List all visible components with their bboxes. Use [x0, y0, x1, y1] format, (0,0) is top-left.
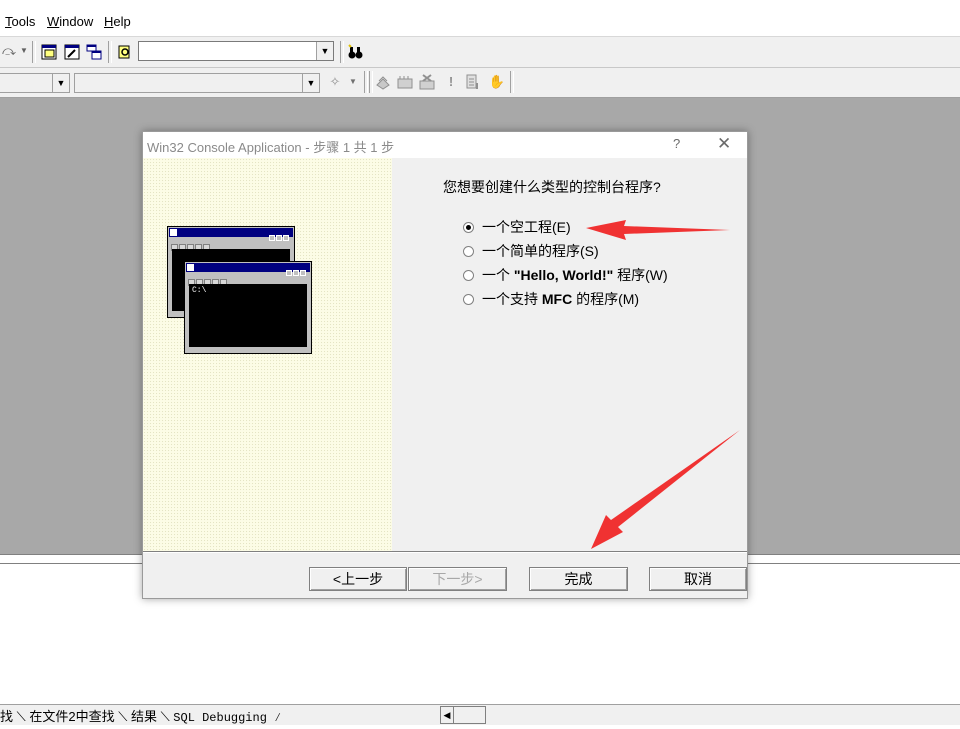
option-simple-program[interactable]: 一个简单的程序(S): [463, 241, 599, 261]
help-button[interactable]: ?: [673, 136, 680, 151]
workspace-window-icon[interactable]: [40, 43, 58, 61]
class-combo[interactable]: ▼: [0, 73, 70, 93]
wizard-illustration-panel: C:\: [143, 158, 392, 551]
tab-find[interactable]: 找 ⟍: [0, 706, 26, 725]
horizontal-scrollbar[interactable]: ◀: [440, 706, 486, 724]
finish-button[interactable]: 完成: [529, 567, 628, 591]
chevron-down-icon[interactable]: ▼: [316, 42, 333, 60]
next-button[interactable]: 下一步>: [408, 567, 507, 591]
go-icon[interactable]: [464, 73, 482, 91]
chevron-down-icon[interactable]: ▼: [302, 74, 319, 92]
toolbar-separator: [340, 41, 344, 63]
toolbar-separator: [108, 41, 112, 63]
toolbar-separator: [32, 41, 36, 63]
wand-dropdown-icon[interactable]: ▼: [344, 73, 362, 91]
scroll-left-icon[interactable]: ◀: [441, 707, 454, 723]
standard-toolbar: ⤼ ▼ ▼: [0, 37, 960, 68]
wizard-options-panel: 您想要创建什么类型的控制台程序? 一个空工程(E) 一个简单的程序(S) 一个 …: [392, 158, 747, 551]
hand-icon[interactable]: ✋: [488, 73, 506, 91]
tab-results[interactable]: 结果 ⟍: [131, 706, 170, 725]
find-in-files-icon[interactable]: [116, 43, 134, 61]
back-button[interactable]: <上一步: [309, 567, 407, 591]
option-hello-world[interactable]: 一个 "Hello, World!" 程序(W): [463, 265, 668, 285]
output-tabs-bar: 找 ⟍ 在文件2中查找 ⟍ 结果 ⟍ SQL Debugging ∕ ◀: [0, 704, 960, 725]
wizard-question: 您想要创建什么类型的控制台程序?: [443, 179, 661, 195]
toolbar-separator: [369, 71, 373, 93]
toolbar-separator: [510, 71, 514, 93]
option-mfc-support[interactable]: 一个支持 MFC 的程序(M): [463, 289, 639, 309]
execute-icon[interactable]: !: [442, 73, 460, 91]
tab-find-in-files-2[interactable]: 在文件2中查找 ⟍: [29, 706, 127, 725]
console-prompt: C:\: [189, 284, 307, 347]
wizard-toolbar: ▼ ▼ ✧ ▼ ! ✋: [0, 68, 960, 98]
output-window-icon[interactable]: [63, 43, 81, 61]
chevron-down-icon[interactable]: ▼: [52, 74, 69, 92]
radio-icon[interactable]: [463, 246, 474, 257]
members-combo[interactable]: ▼: [74, 73, 320, 93]
radio-icon[interactable]: [463, 270, 474, 281]
window-list-icon[interactable]: [85, 43, 103, 61]
tab-sql-debugging[interactable]: SQL Debugging ∕: [173, 711, 281, 725]
console-window-illustration: C:\: [184, 261, 312, 354]
wizard-dialog: Win32 Console Application - 步骤 1 共 1 步 ?…: [142, 131, 748, 599]
close-button[interactable]: ✕: [717, 134, 731, 154]
menu-window[interactable]: Window: [47, 14, 93, 29]
radio-icon[interactable]: [463, 294, 474, 305]
menu-tools[interactable]: Tools: [5, 14, 35, 29]
wizard-wand-icon[interactable]: ✧: [326, 73, 344, 91]
binoculars-icon[interactable]: [346, 43, 364, 61]
redo-dropdown-icon[interactable]: ▼: [15, 42, 33, 60]
toolbar-separator: [364, 71, 368, 93]
dialog-divider: [143, 551, 747, 553]
cancel-button[interactable]: 取消: [649, 567, 747, 591]
stop-build-icon[interactable]: [418, 73, 436, 91]
find-combo[interactable]: ▼: [138, 41, 334, 61]
menu-help[interactable]: Help: [104, 14, 131, 29]
option-empty-project[interactable]: 一个空工程(E): [463, 217, 571, 237]
compile-icon[interactable]: [374, 73, 392, 91]
build-icon[interactable]: [396, 73, 414, 91]
dialog-title-bar[interactable]: Win32 Console Application - 步骤 1 共 1 步 ?…: [143, 132, 747, 158]
menu-bar: Tools Window Help: [0, 6, 960, 37]
radio-checked-icon[interactable]: [463, 222, 474, 233]
dialog-title: Win32 Console Application - 步骤 1 共 1 步: [147, 140, 395, 155]
